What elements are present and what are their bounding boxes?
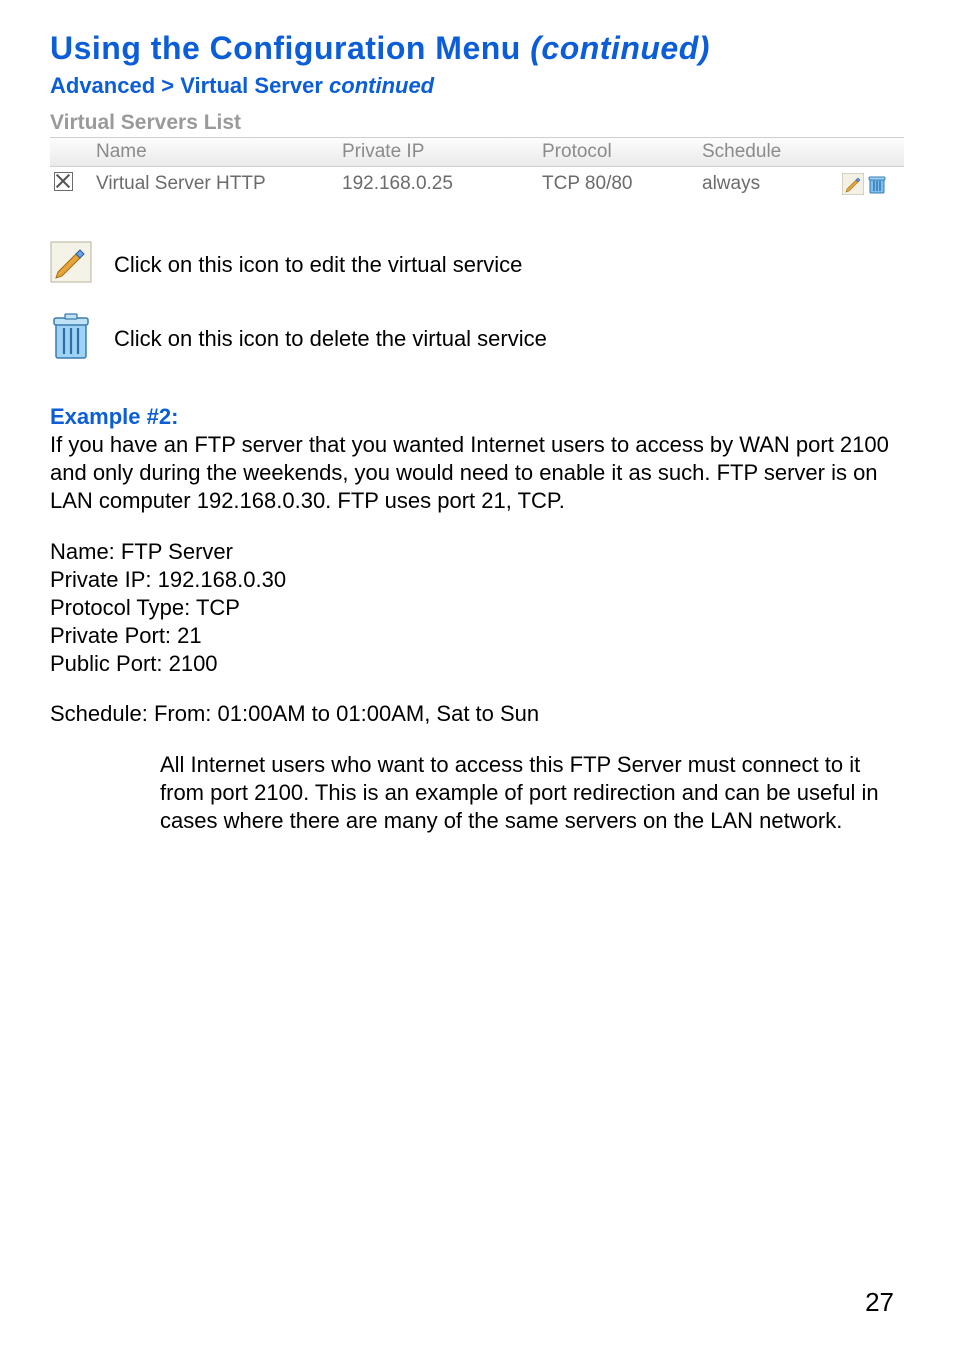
page-number: 27: [865, 1287, 894, 1318]
table-header-row: Name Private IP Protocol Schedule: [50, 137, 904, 167]
example-protocol-type: Protocol Type: TCP: [50, 595, 240, 620]
page-title: Using the Configuration Menu (continued): [50, 30, 904, 67]
cell-private-ip: 192.168.0.25: [342, 173, 542, 195]
example-intro: If you have an FTP server that you wante…: [50, 432, 889, 513]
virtual-servers-list-title: Virtual Servers List: [50, 111, 904, 135]
cell-schedule: always: [702, 173, 842, 195]
example-label: Example #2:: [50, 404, 178, 429]
example-block: Example #2: If you have an FTP server th…: [50, 403, 904, 835]
legend-delete-row: Click on this icon to delete the virtual…: [50, 312, 904, 365]
breadcrumb: Advanced > Virtual Server continued: [50, 73, 904, 99]
example-private-port: Private Port: 21: [50, 623, 202, 648]
example-note: All Internet users who want to access th…: [160, 751, 904, 835]
legend-delete-text: Click on this icon to delete the virtual…: [114, 326, 547, 352]
icon-legend: Click on this icon to edit the virtual s…: [50, 241, 904, 365]
edit-icon: [50, 241, 92, 288]
edit-icon[interactable]: [842, 173, 864, 195]
col-header-protocol: Protocol: [542, 141, 702, 163]
title-suffix: (continued): [530, 30, 710, 66]
table-row: Virtual Server HTTP 192.168.0.25 TCP 80/…: [50, 167, 904, 201]
row-enabled-checkbox[interactable]: [54, 172, 73, 191]
cell-protocol: TCP 80/80: [542, 173, 702, 195]
legend-edit-text: Click on this icon to edit the virtual s…: [114, 252, 522, 278]
example-schedule: Schedule: From: 01:00AM to 01:00AM, Sat …: [50, 700, 904, 728]
breadcrumb-main: Advanced > Virtual Server: [50, 73, 329, 98]
delete-icon: [50, 312, 92, 365]
title-main: Using the Configuration Menu: [50, 30, 530, 66]
breadcrumb-suffix: continued: [329, 73, 434, 98]
delete-icon[interactable]: [866, 173, 888, 195]
example-public-port: Public Port: 2100: [50, 651, 218, 676]
example-name: Name: FTP Server: [50, 539, 233, 564]
col-header-schedule: Schedule: [702, 141, 842, 163]
col-header-name: Name: [90, 141, 342, 163]
cell-name: Virtual Server HTTP: [90, 173, 342, 195]
col-header-private-ip: Private IP: [342, 141, 542, 163]
example-private-ip: Private IP: 192.168.0.30: [50, 567, 286, 592]
legend-edit-row: Click on this icon to edit the virtual s…: [50, 241, 904, 288]
